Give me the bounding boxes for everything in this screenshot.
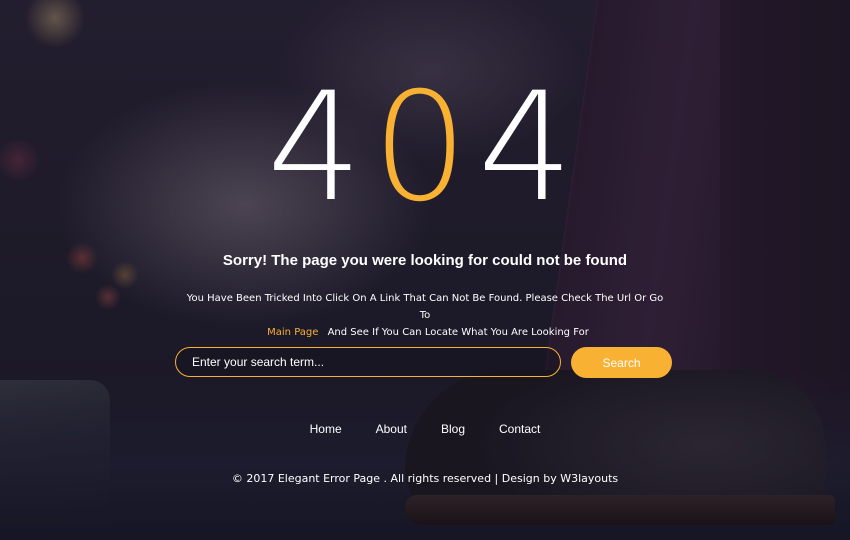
error-digit-middle: 0 bbox=[372, 61, 478, 235]
search-button[interactable]: Search bbox=[571, 347, 672, 378]
nav-item-blog[interactable]: Blog bbox=[441, 422, 465, 436]
description-line1: You Have Been Tricked Into Click On A Li… bbox=[186, 293, 664, 321]
error-digit-right: 4 bbox=[477, 61, 584, 235]
error-headline: Sorry! The page you were looking for cou… bbox=[222, 252, 628, 269]
background-photo: 404 Sorry! The page you were looking for… bbox=[0, 0, 850, 540]
copyright-footer: © 2017 Elegant Error Page . All rights r… bbox=[231, 472, 619, 485]
error-code: 404 bbox=[0, 68, 850, 228]
search-input[interactable] bbox=[175, 347, 561, 377]
description-line2: And See If You Can Locate What You Are L… bbox=[327, 327, 589, 338]
main-page-link[interactable]: Main Page bbox=[267, 327, 318, 338]
footer-nav: Home About Blog Contact bbox=[0, 422, 850, 436]
nav-item-about[interactable]: About bbox=[376, 422, 407, 436]
error-digit-left: 4 bbox=[266, 61, 373, 235]
nav-item-home[interactable]: Home bbox=[310, 422, 342, 436]
error-content: 404 Sorry! The page you were looking for… bbox=[0, 0, 850, 540]
error-description: You Have Been Tricked Into Click On A Li… bbox=[180, 290, 670, 341]
search-form: Search bbox=[175, 347, 675, 379]
nav-item-contact[interactable]: Contact bbox=[499, 422, 540, 436]
